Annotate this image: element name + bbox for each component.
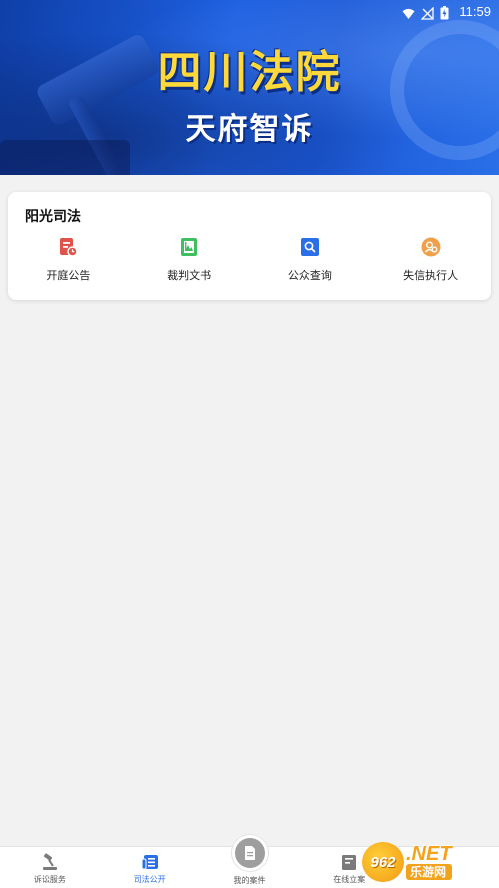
tab-label: 司法公开 (133, 875, 166, 884)
gavel-icon (41, 853, 59, 871)
entry-public-search[interactable]: 公众查询 (250, 236, 371, 283)
dishonest-debtor-icon (420, 236, 442, 258)
entry-label: 公众查询 (287, 269, 332, 282)
banner-subtitle: 天府智诉 (185, 113, 314, 146)
banner-title: 四川法院 (157, 48, 342, 97)
tab-litigation-service[interactable]: 诉讼服务 (0, 847, 100, 888)
newspaper-icon (141, 853, 159, 871)
status-bar: 11:59 (402, 2, 491, 20)
watermark-net: .NET (406, 843, 452, 865)
my-cases-bubble (230, 834, 269, 872)
site-watermark: 962 .NET 乐游网 (362, 838, 497, 886)
tab-judicial-disclosure[interactable]: 司法公开 (100, 847, 200, 888)
tab-label: 在线立案 (333, 875, 366, 884)
entry-court-notice[interactable]: 开庭公告 (8, 236, 129, 283)
no-signal-icon (420, 5, 435, 20)
entry-label: 开庭公告 (46, 269, 91, 282)
watermark-text: .NET 乐游网 (406, 844, 452, 880)
battery-charging-icon (440, 5, 453, 19)
status-time: 11:59 (459, 3, 491, 19)
tab-my-cases[interactable]: 我的案件 (200, 834, 300, 888)
public-search-icon (299, 236, 321, 258)
card-title: 阳光司法 (25, 209, 81, 225)
card-entries: 开庭公告 裁判文书 公众查询 失信执行人 (8, 236, 491, 283)
wifi-icon (402, 5, 415, 19)
entry-judgment-documents[interactable]: 裁判文书 (129, 236, 250, 283)
tab-label: 诉讼服务 (33, 875, 66, 884)
judgment-document-icon (178, 236, 200, 258)
filing-icon (340, 853, 358, 871)
sunshine-justice-card: 阳光司法 开庭公告 裁判文书 公众查询 失信执行人 (8, 192, 491, 300)
entry-label: 裁判文书 (167, 269, 212, 282)
watermark-logo: 962 (362, 842, 404, 882)
watermark-site-name: 乐游网 (406, 864, 452, 880)
entry-dishonest-debtors[interactable]: 失信执行人 (370, 236, 491, 283)
tab-label: 我的案件 (233, 876, 266, 885)
banner: 11:59 四川法院 天府智诉 (0, 0, 499, 175)
case-document-icon (234, 838, 265, 868)
court-notice-icon (57, 236, 79, 258)
entry-label: 失信执行人 (403, 269, 459, 282)
